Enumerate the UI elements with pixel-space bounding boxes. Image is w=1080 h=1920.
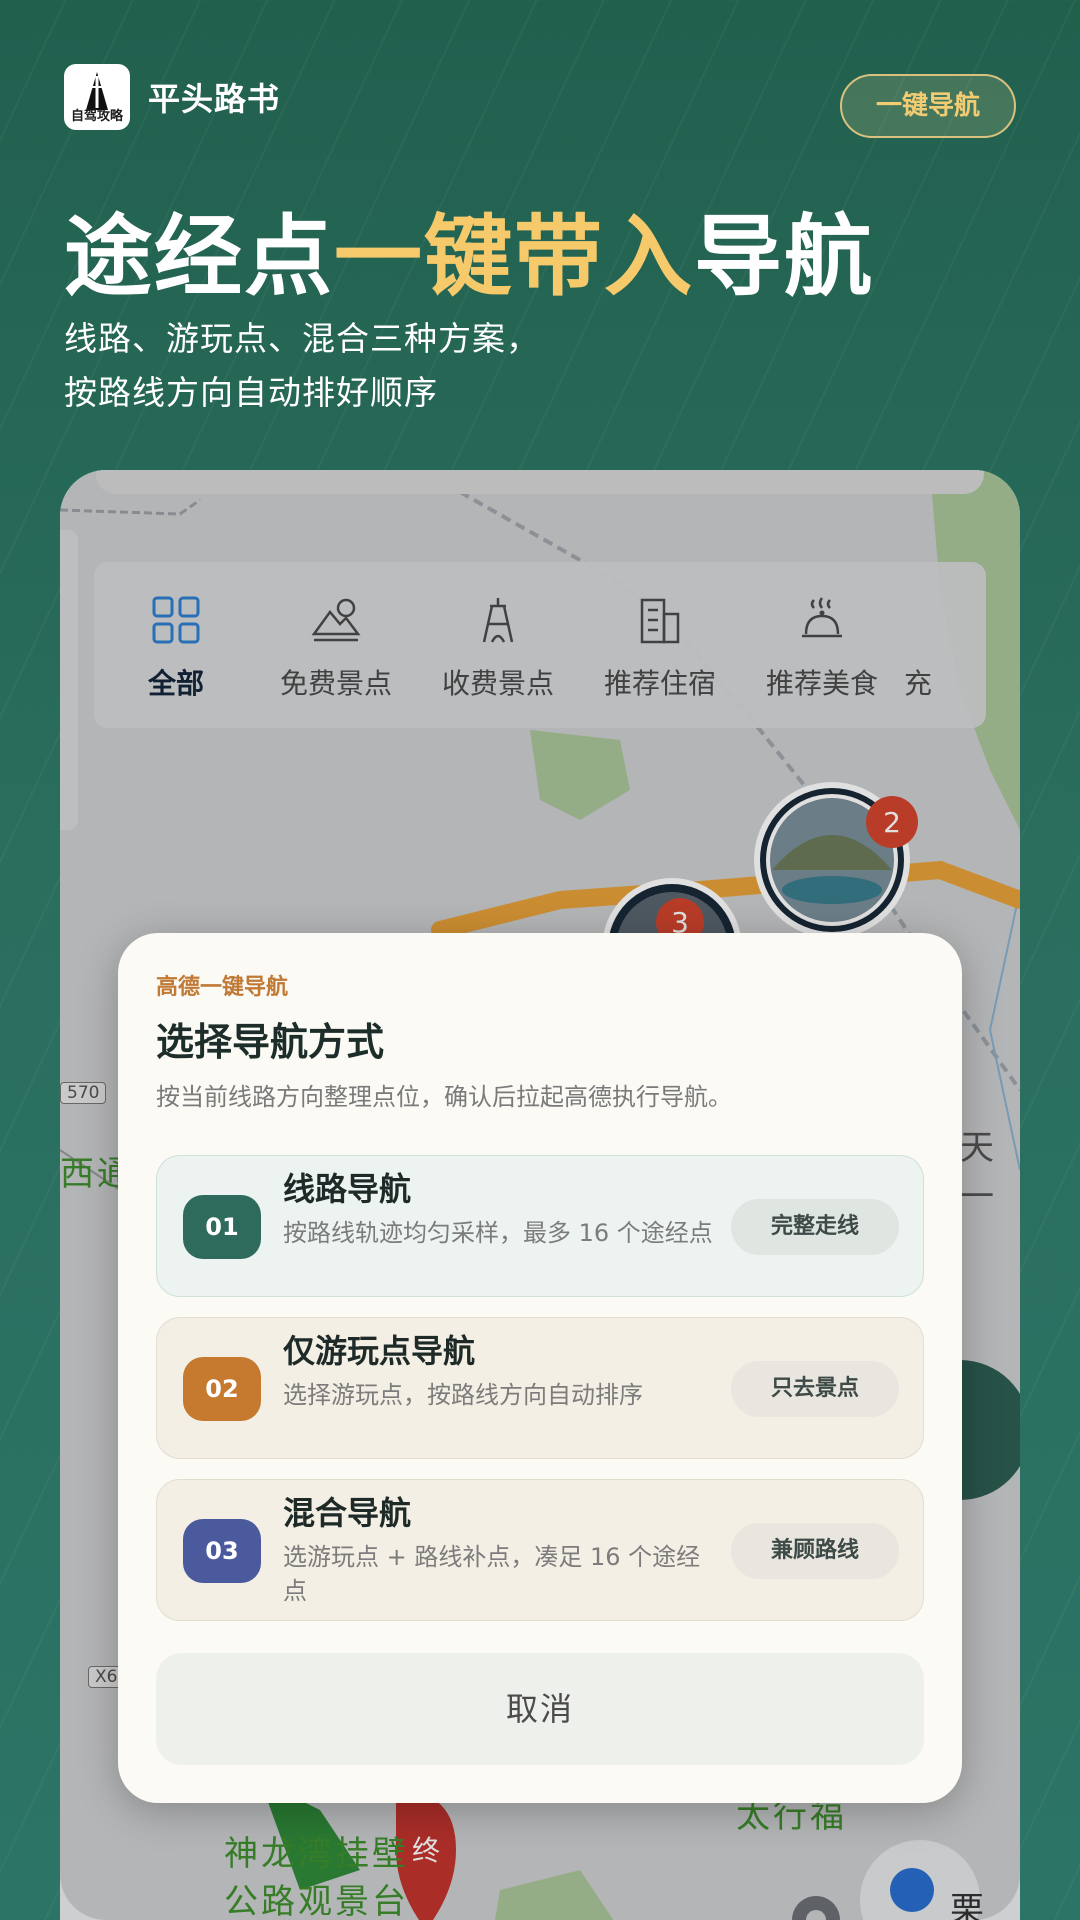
headline-part2: 导航 <box>694 205 875 308</box>
app-logo: 自驾攻略 <box>64 64 130 130</box>
dialog-title: 选择导航方式 <box>156 1020 385 1064</box>
subtitle-line1: 线路、游玩点、混合三种方案， <box>64 319 540 358</box>
option-title: 线路导航 <box>283 1170 412 1208</box>
page-subtitle: 线路、游玩点、混合三种方案， 按路线方向自动排好顺序 <box>64 312 540 420</box>
one-click-nav-button[interactable]: 一键导航 <box>840 74 1016 138</box>
option-description: 选游玩点 + 路线补点，凑足 16 个途经点 <box>283 1543 701 1605</box>
subtitle-line2: 按路线方向自动排好顺序 <box>64 373 438 412</box>
option-route-nav[interactable]: 01 线路导航 按路线轨迹均匀采样，最多 16 个途经点 完整走线 <box>156 1155 924 1297</box>
logo-text: 自驾攻略 <box>70 109 123 124</box>
option-spots-only-nav[interactable]: 02 仅游玩点导航 选择游玩点，按路线方向自动排序 只去景点 <box>156 1317 924 1459</box>
option-number: 03 <box>183 1519 261 1583</box>
option-description: 选择游玩点，按路线方向自动排序 <box>283 1381 643 1409</box>
option-description: 按路线轨迹均匀采样，最多 16 个途经点 <box>283 1219 713 1247</box>
option-number: 02 <box>183 1357 261 1421</box>
option-tag: 完整走线 <box>731 1199 899 1255</box>
option-mixed-nav[interactable]: 03 混合导航 选游玩点 + 路线补点，凑足 16 个途经点 兼顾路线 <box>156 1479 924 1621</box>
headline-part1: 途经点 <box>64 205 335 308</box>
brand-name: 平头路书 <box>148 80 281 118</box>
dialog-kicker: 高德一键导航 <box>156 975 289 1000</box>
option-number: 01 <box>183 1195 261 1259</box>
headline-highlight: 一键带入 <box>334 205 695 308</box>
cancel-button[interactable]: 取消 <box>156 1653 924 1765</box>
option-title: 混合导航 <box>283 1494 412 1532</box>
option-title: 仅游玩点导航 <box>283 1332 476 1370</box>
dialog-description: 按当前线路方向整理点位，确认后拉起高德执行导航。 <box>156 1083 732 1111</box>
nav-mode-dialog: 高德一键导航 选择导航方式 按当前线路方向整理点位，确认后拉起高德执行导航。 0… <box>118 933 962 1803</box>
page-headline: 途经点一键带入导航 <box>64 186 874 313</box>
option-tag: 只去景点 <box>731 1361 899 1417</box>
option-tag: 兼顾路线 <box>731 1523 899 1579</box>
